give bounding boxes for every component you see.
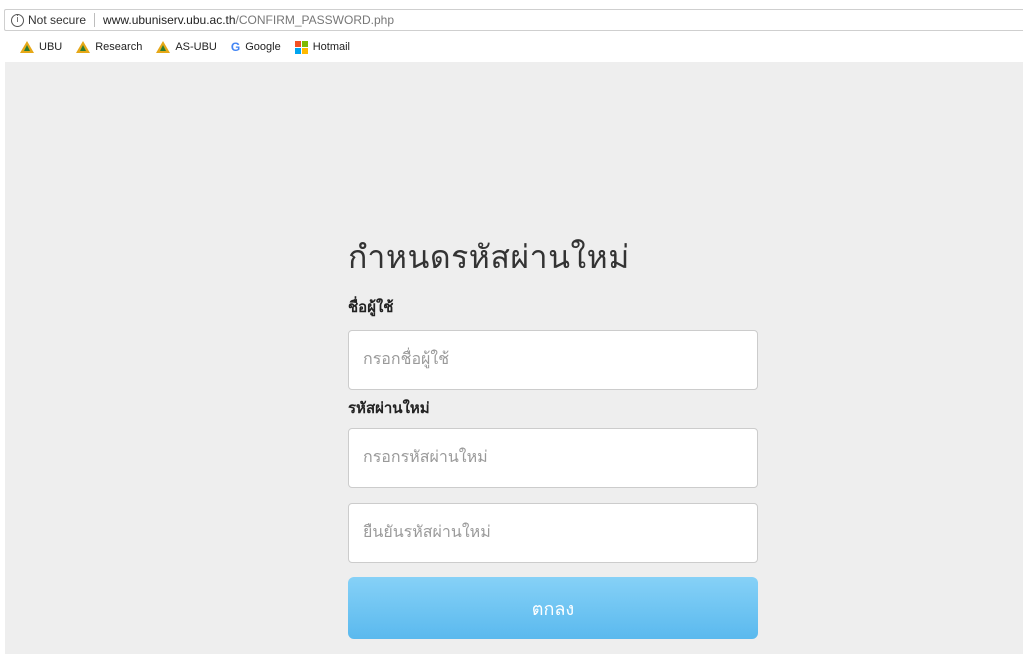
security-status[interactable]: Not secure — [28, 13, 86, 27]
bookmark-label: UBU — [39, 41, 63, 53]
bookmark-google[interactable]: G Google — [231, 40, 281, 54]
bookmark-label: Google — [245, 41, 281, 53]
bookmark-hotmail[interactable]: Hotmail — [294, 40, 350, 54]
address-bar[interactable]: i Not secure www.ubuniserv.ubu.ac.th/CON… — [4, 9, 1023, 31]
bookmark-as-ubu[interactable]: AS-UBU — [156, 41, 217, 53]
new-password-input[interactable] — [348, 428, 758, 488]
username-label: ชื่อผู้ใช้ — [348, 299, 394, 316]
bookmark-ubu[interactable]: UBU — [20, 41, 62, 53]
ubu-logo-icon — [20, 41, 34, 53]
ubu-logo-icon — [156, 41, 171, 53]
url-host[interactable]: www.ubuniserv.ubu.ac.th — [103, 13, 236, 27]
info-icon[interactable]: i — [11, 13, 24, 27]
address-divider — [94, 13, 96, 27]
new-password-label: รหัสผ่านใหม่ — [348, 400, 430, 417]
page-title: กำหนดรหัสผ่านใหม่ — [348, 239, 630, 275]
page-content: กำหนดรหัสผ่านใหม่ ชื่อผู้ใช้ รหัสผ่านใหม… — [5, 62, 1023, 654]
google-icon: G — [230, 40, 241, 54]
bookmark-label: Research — [95, 41, 143, 53]
url-path[interactable]: /CONFIRM_PASSWORD.php — [236, 13, 394, 27]
bookmark-label: AS-UBU — [175, 41, 217, 53]
username-input[interactable] — [348, 330, 758, 390]
bookmarks-bar: UBU Research AS-UBU G Google Hotmail — [4, 34, 1023, 60]
bookmark-research[interactable]: Research — [76, 41, 142, 53]
submit-button[interactable]: ตกลง — [348, 577, 758, 639]
bookmark-label: Hotmail — [312, 41, 350, 53]
confirm-password-input[interactable] — [348, 503, 758, 563]
ubu-logo-icon — [76, 41, 91, 53]
microsoft-icon — [294, 40, 308, 54]
